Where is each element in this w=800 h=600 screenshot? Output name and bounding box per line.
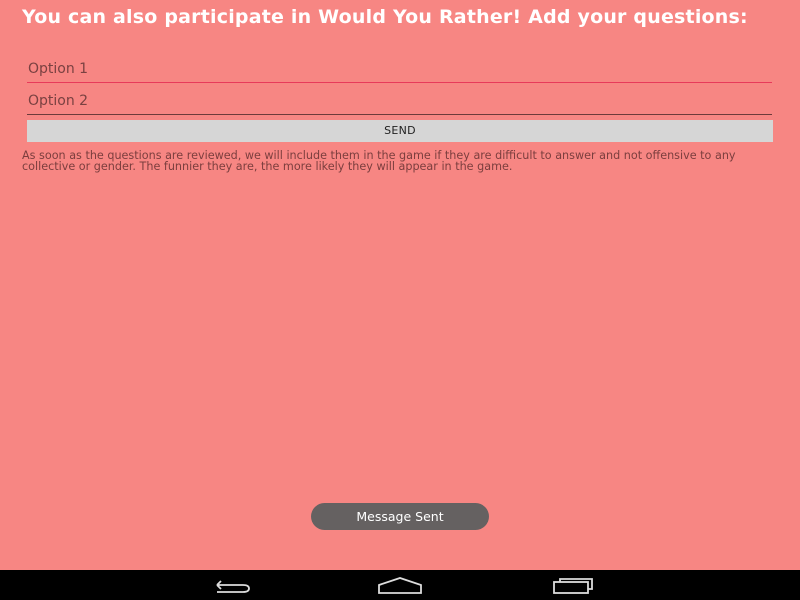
back-button[interactable]	[201, 574, 257, 598]
home-button[interactable]	[372, 574, 428, 598]
option-2-field[interactable]	[27, 88, 772, 115]
system-navigation-bar	[0, 570, 800, 600]
recents-button[interactable]	[544, 574, 600, 598]
recents-icon	[553, 578, 593, 594]
page-title: You can also participate in Would You Ra…	[22, 6, 748, 28]
option-1-field[interactable]	[27, 56, 772, 83]
home-icon	[378, 577, 422, 594]
option-1-input[interactable]	[27, 56, 772, 82]
send-button[interactable]: SEND	[27, 120, 773, 142]
back-icon	[216, 580, 250, 593]
info-text: As soon as the questions are reviewed, w…	[22, 149, 736, 173]
toast-message: Message Sent	[311, 503, 489, 530]
option-2-input[interactable]	[27, 88, 772, 114]
